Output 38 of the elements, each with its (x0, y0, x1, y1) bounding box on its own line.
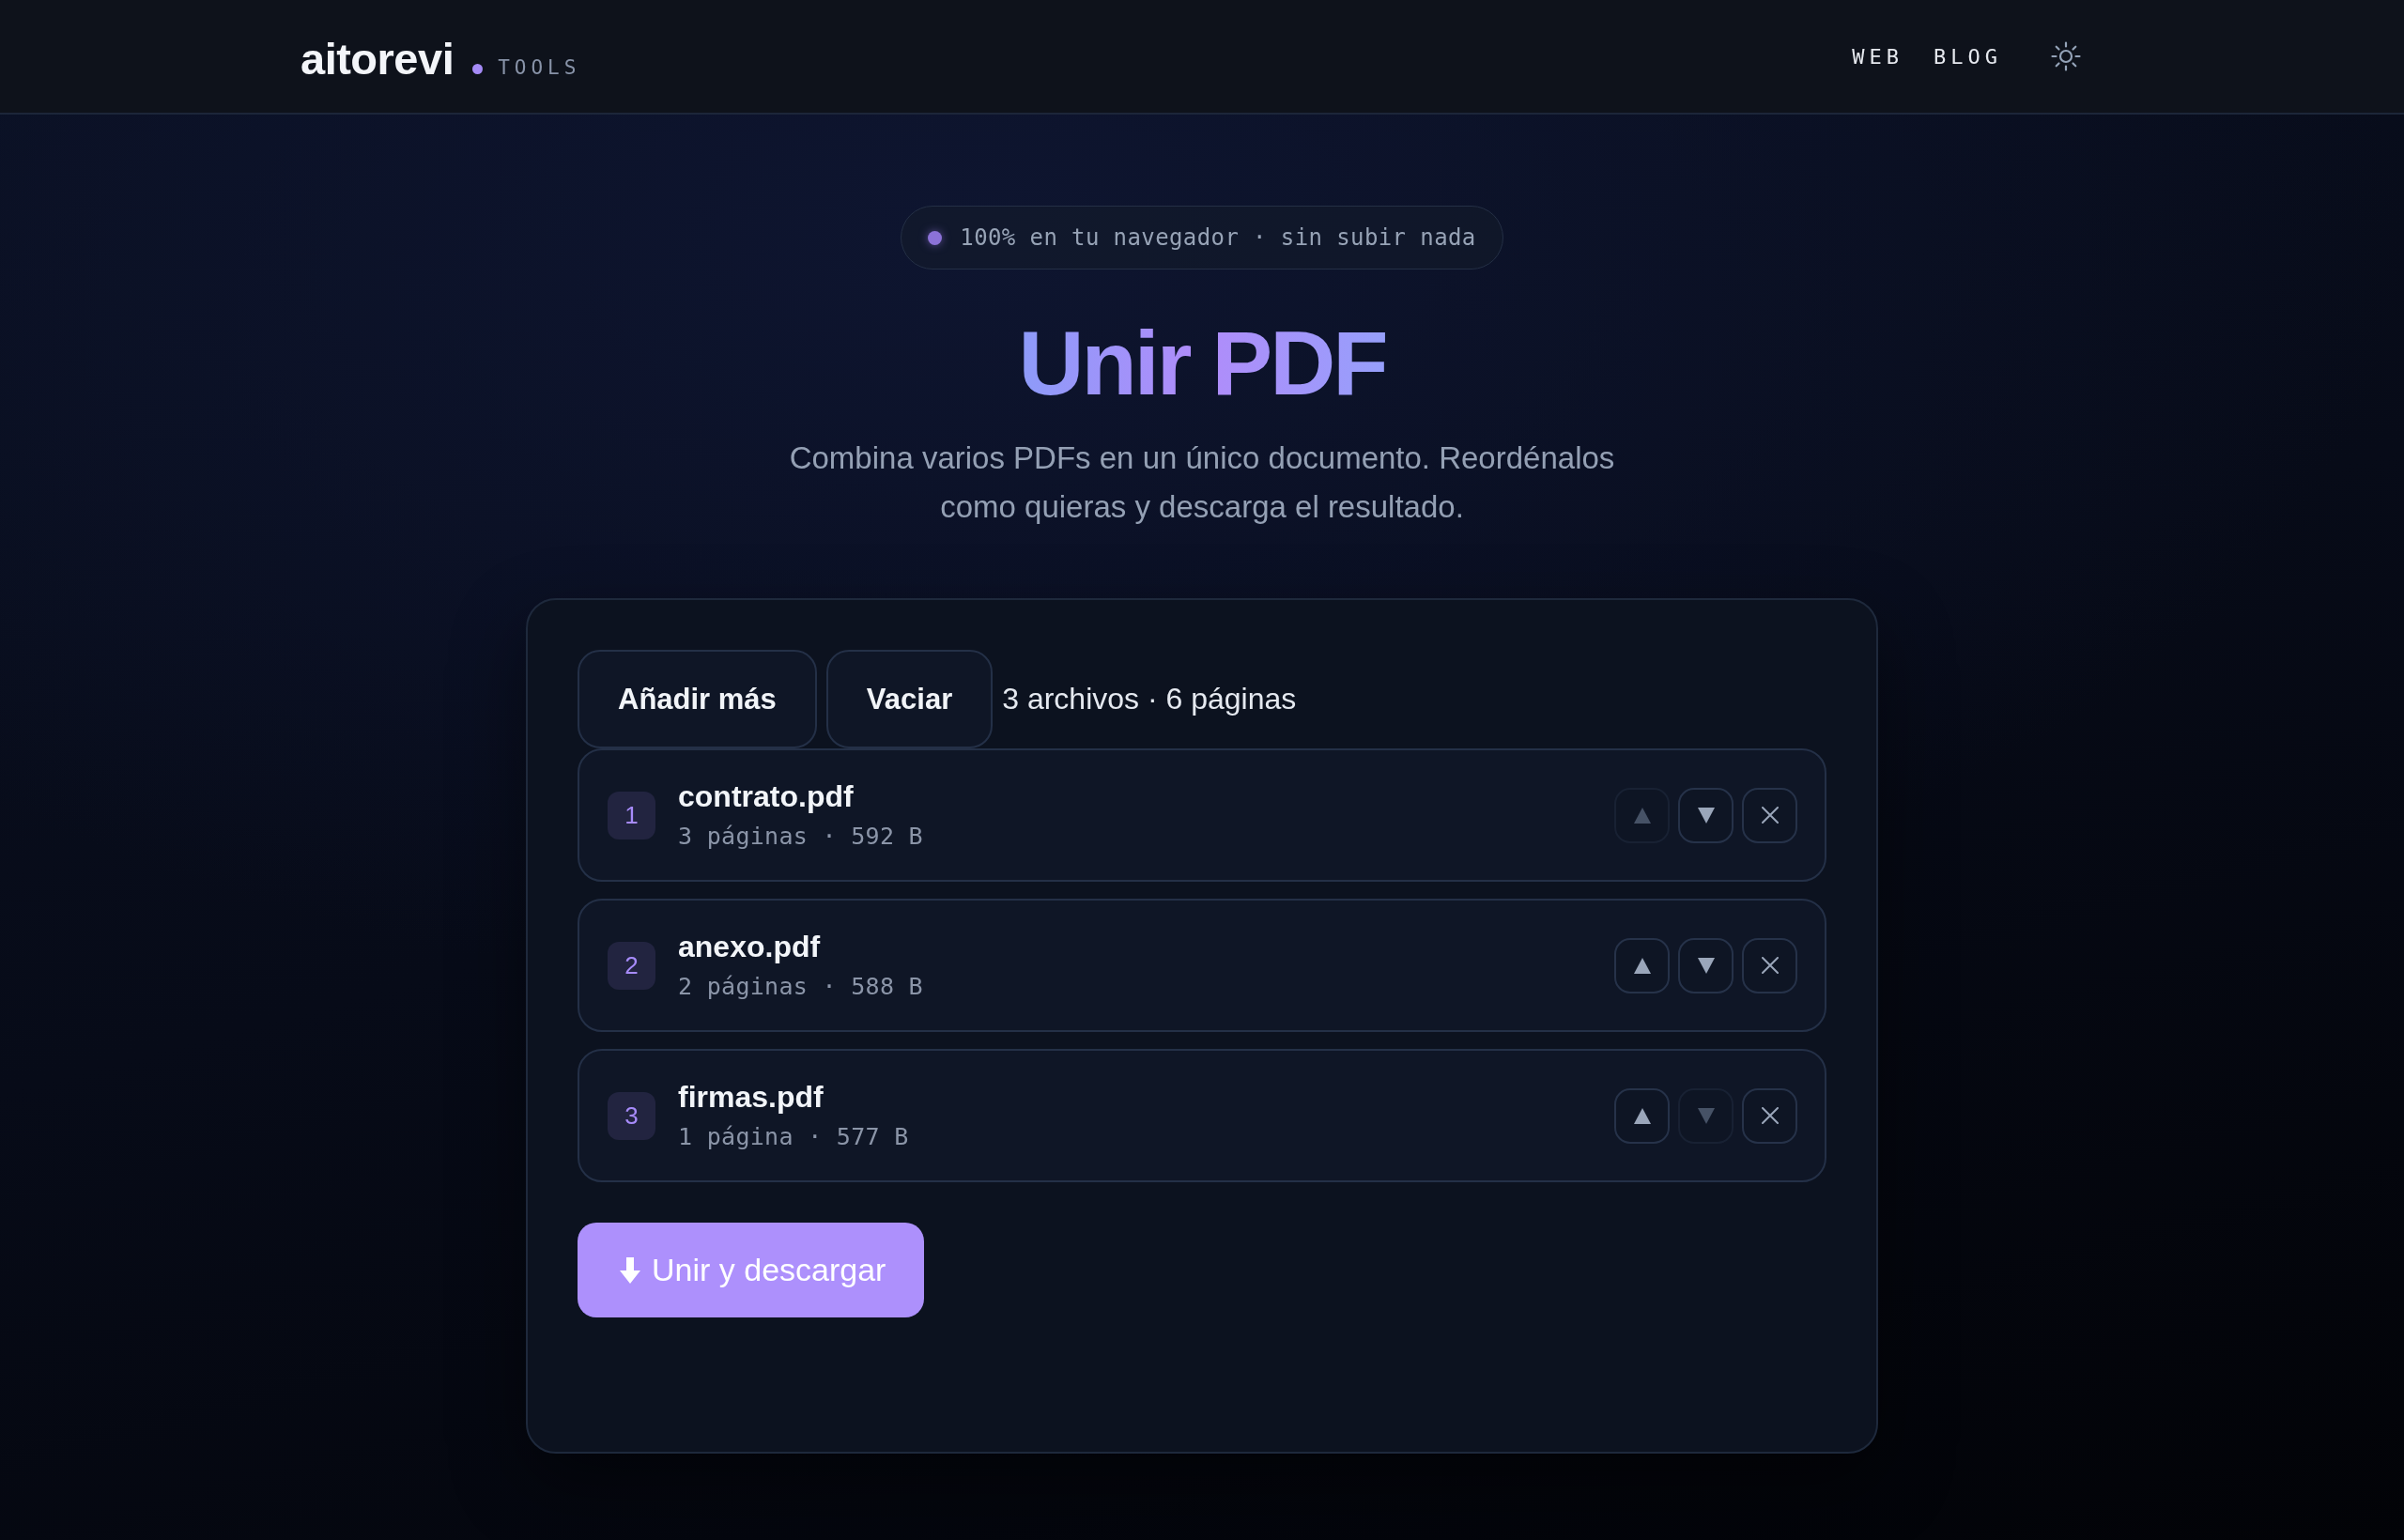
dot-icon (472, 63, 484, 74)
order-number: 1 (608, 791, 655, 839)
remove-button[interactable] (1742, 937, 1797, 993)
triangle-down-icon (1697, 1107, 1715, 1124)
status-dot-icon (928, 230, 943, 245)
close-icon (1761, 1107, 1779, 1124)
order-number: 3 (608, 1091, 655, 1140)
arrow-down-icon (619, 1256, 641, 1284)
remove-button[interactable] (1742, 1087, 1797, 1144)
logo-text[interactable]: aitorevi (300, 36, 455, 81)
triangle-down-icon (1697, 957, 1715, 974)
file-name: anexo.pdf (678, 929, 821, 965)
triangle-up-icon (1633, 1107, 1651, 1124)
page-subtitle: Combina varios PDFs en un único documento. Reordénalos como quieras y descarga el resultado. (788, 439, 1616, 526)
file-name: contrato.pdf (678, 778, 854, 815)
remove-button[interactable] (1742, 787, 1797, 843)
toolbar-button[interactable]: Vaciar (825, 650, 994, 748)
move-down-button[interactable] (1678, 787, 1734, 843)
nav-link[interactable]: BLOG (1934, 44, 2002, 69)
move-up-button[interactable] (1614, 1087, 1670, 1144)
sun-icon (2051, 41, 2081, 71)
logo-tag: TOOLS (498, 55, 581, 79)
file-summary: 3 archivos · 6 páginas (1002, 682, 1297, 716)
file-meta: 1 página · 577 B (678, 1122, 909, 1152)
triangle-up-icon (1633, 807, 1651, 824)
move-down-button[interactable] (1678, 937, 1734, 993)
triangle-down-icon (1697, 807, 1715, 824)
nav-link[interactable]: WEB (1852, 44, 1903, 69)
close-icon (1761, 957, 1779, 974)
file-name: firmas.pdf (678, 1079, 824, 1116)
toolbar-button[interactable]: Añadir más (578, 650, 817, 748)
badge-text: 100% en tu navegador · sin subir nada (960, 224, 1476, 251)
file-meta: 3 páginas · 592 B (678, 822, 923, 852)
file-meta: 2 páginas · 588 B (678, 972, 923, 1002)
triangle-up-icon (1633, 957, 1651, 974)
order-number: 2 (608, 941, 655, 990)
close-icon (1761, 807, 1779, 824)
move-up-button[interactable] (1614, 937, 1670, 993)
